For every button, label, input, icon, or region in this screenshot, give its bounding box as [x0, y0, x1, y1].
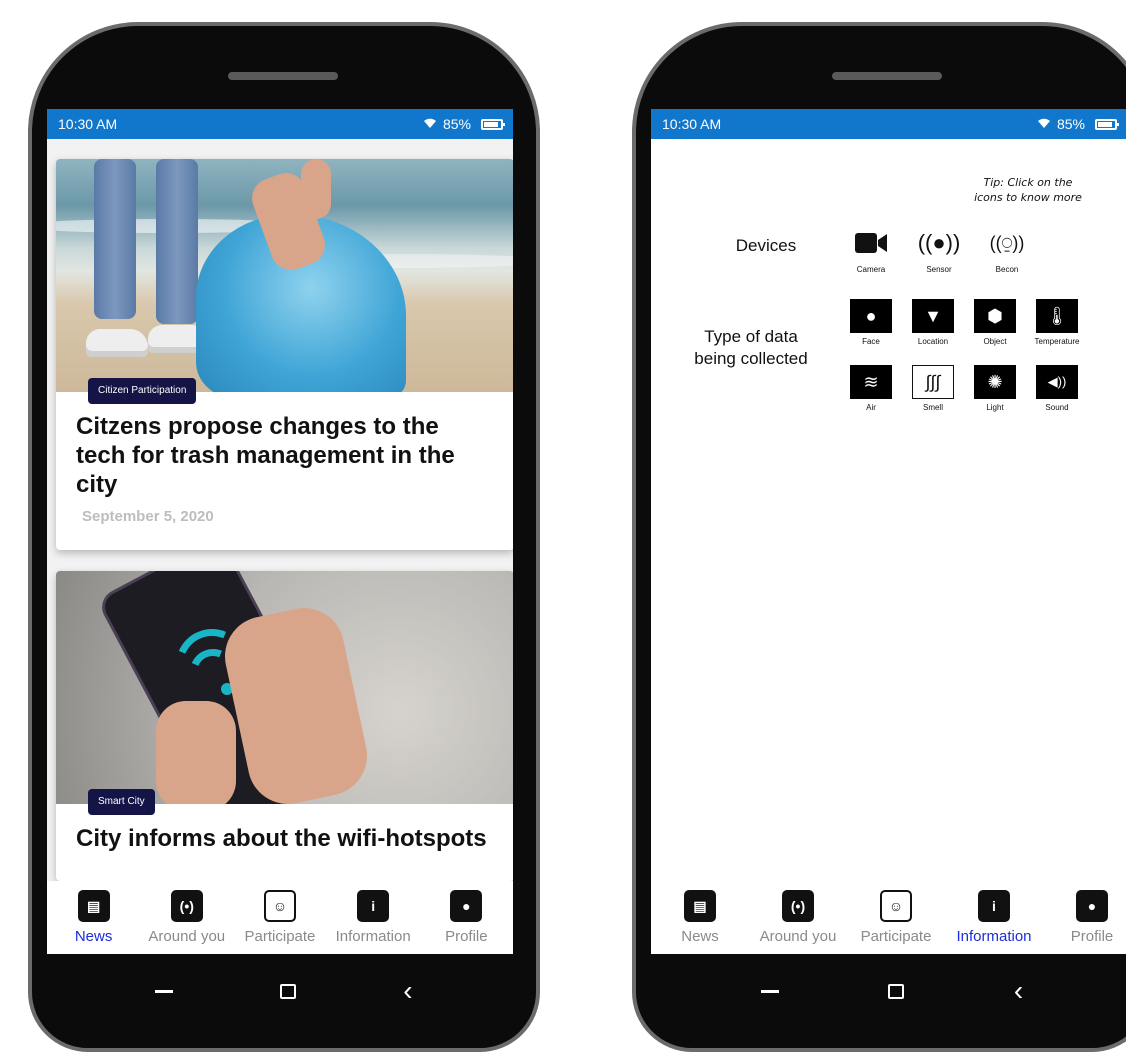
speaker-grille	[832, 72, 942, 80]
newspaper-icon: ▤	[77, 890, 110, 922]
system-nav-keys: ‹	[32, 944, 536, 1048]
data-sound[interactable]: ◀)) Sound	[1027, 365, 1087, 412]
nav-information[interactable]: i Information	[328, 890, 418, 945]
article-image-phone-wifi	[56, 571, 513, 804]
data-smell[interactable]: ∫∫∫ Smell	[903, 365, 963, 412]
nav-profile[interactable]: ● Profile	[421, 890, 511, 945]
nav-label: News	[681, 928, 719, 945]
news-feed[interactable]: Citizen Participation Citzens propose ch…	[47, 139, 513, 881]
newspaper-icon: ▤	[684, 890, 716, 922]
article-image-beach-cleanup	[56, 159, 513, 392]
category-tag[interactable]: Citizen Participation	[88, 378, 197, 404]
information-screen: 10:30 AM 85% Tip: Click on the icons to …	[651, 109, 1126, 954]
battery-percent: 85%	[442, 116, 471, 132]
back-key[interactable]: ‹	[403, 977, 412, 1005]
recents-key[interactable]	[155, 989, 174, 993]
nav-label: News	[74, 928, 113, 945]
phone-news: 10:30 AM 85% Citizen Participation Citze…	[28, 22, 540, 1052]
nav-news[interactable]: ▤ News	[655, 890, 745, 945]
info-icon: i	[978, 890, 1010, 922]
people-icon: ☺	[880, 890, 912, 922]
people-icon: ☺	[263, 890, 296, 922]
battery-icon	[1095, 118, 1119, 130]
data-face[interactable]: ● Face	[841, 299, 901, 346]
battery-icon	[481, 118, 505, 130]
nav-label: Participate	[244, 928, 316, 945]
status-bar: 10:30 AM 85%	[651, 109, 1126, 139]
sensor-icon: ((●))	[917, 230, 961, 255]
status-bar: 10:30 AM 85%	[47, 109, 513, 139]
news-screen: 10:30 AM 85% Citizen Participation Citze…	[47, 109, 513, 954]
back-key[interactable]: ‹	[1014, 977, 1023, 1005]
phone-information: 10:30 AM 85% Tip: Click on the icons to …	[632, 22, 1126, 1052]
wind-icon: ≋	[850, 365, 892, 399]
system-nav-keys: ‹	[636, 944, 1126, 1048]
nav-label: Participate	[860, 928, 932, 945]
category-tag[interactable]: Smart City	[88, 789, 155, 815]
nav-participate[interactable]: ☺ Participate	[235, 890, 325, 945]
status-time: 10:30 AM	[662, 116, 722, 132]
device-camera[interactable]: Camera	[841, 225, 901, 274]
device-sensor[interactable]: ((●)) Sensor	[909, 225, 969, 274]
nav-label: Profile	[1070, 928, 1114, 945]
sun-icon: ✺	[974, 365, 1016, 399]
smell-icon: ∫∫∫	[912, 365, 954, 399]
home-key[interactable]	[280, 983, 297, 999]
nav-profile[interactable]: ● Profile	[1047, 890, 1126, 945]
nav-label: Information	[335, 928, 411, 945]
nav-label: Around you	[148, 928, 226, 945]
recents-key[interactable]	[760, 989, 779, 993]
data-types-label: Type of data being collected	[694, 327, 808, 368]
info-icon: i	[357, 890, 390, 922]
battery-percent: 85%	[1056, 116, 1085, 132]
article-date: September 5, 2020	[82, 508, 214, 525]
nav-around-you[interactable]: (•) Around you	[142, 890, 232, 945]
nav-label: Profile	[445, 928, 488, 945]
article-card-wifi[interactable]: Smart City City informs about the wifi-h…	[56, 571, 513, 881]
broadcast-icon: (•)	[782, 890, 814, 922]
beacon-icon: ((⍜))	[989, 232, 1025, 253]
face-icon: ●	[850, 299, 892, 333]
data-location[interactable]: ▼ Location	[903, 299, 963, 346]
location-pin-icon: ▼	[912, 299, 954, 333]
person-icon: ●	[450, 890, 483, 922]
information-panel: Tip: Click on the icons to know more Dev…	[651, 139, 1126, 881]
video-camera-icon	[854, 225, 888, 261]
tip-text: Tip: Click on the icons to know more	[974, 176, 1082, 204]
broadcast-icon: (•)	[170, 890, 203, 922]
device-beacon[interactable]: ((⍜)) Becon	[977, 225, 1037, 275]
speaker-icon: ◀))	[1036, 365, 1078, 399]
speaker-grille	[228, 72, 338, 80]
nav-information[interactable]: i Information	[949, 890, 1039, 945]
status-time: 10:30 AM	[58, 116, 118, 132]
nav-label: Around you	[759, 928, 837, 945]
nav-around-you[interactable]: (•) Around you	[753, 890, 843, 945]
nav-participate[interactable]: ☺ Participate	[851, 890, 941, 945]
article-title[interactable]: Citzens propose changes to the tech for …	[56, 392, 513, 499]
home-key[interactable]	[888, 983, 905, 999]
thermometer-icon: 🌡	[1036, 299, 1078, 333]
data-temperature[interactable]: 🌡 Temperature	[1027, 299, 1087, 346]
data-object[interactable]: ⬢ Object	[965, 299, 1025, 346]
person-icon: ●	[1076, 890, 1108, 922]
article-card-trash[interactable]: Citizen Participation Citzens propose ch…	[56, 159, 513, 550]
wifi-icon	[1037, 116, 1051, 132]
data-light[interactable]: ✺ Light	[965, 365, 1025, 412]
nav-label: Information	[956, 928, 1032, 945]
data-air[interactable]: ≋ Air	[841, 365, 901, 412]
nav-news[interactable]: ▤ News	[49, 890, 139, 945]
hexagon-icon: ⬢	[974, 299, 1016, 333]
devices-label: Devices	[735, 236, 797, 255]
wifi-icon	[423, 116, 437, 132]
